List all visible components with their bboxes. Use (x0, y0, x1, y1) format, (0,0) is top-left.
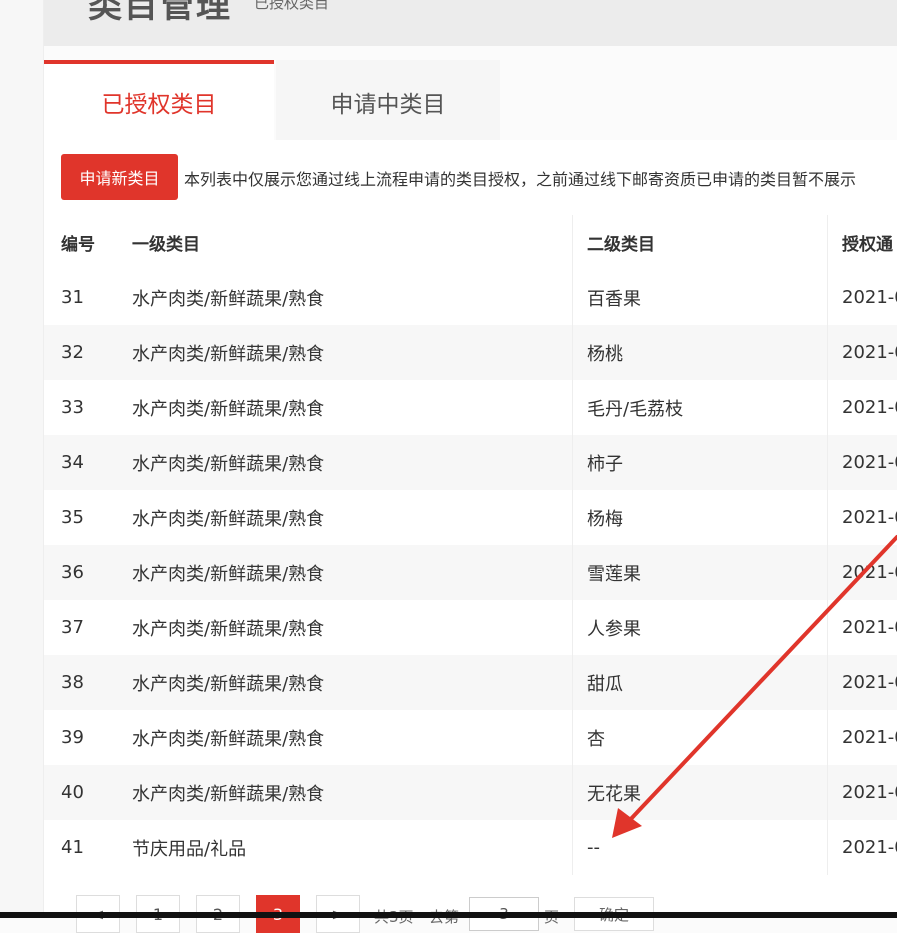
cell-level1: 水产肉类/新鲜蔬果/熟食 (132, 673, 325, 695)
cell-level2: 甜瓜 (587, 673, 623, 695)
column-divider (572, 820, 573, 875)
table-row: 39 水产肉类/新鲜蔬果/熟食 杏 2021-0 (44, 710, 897, 765)
tab-pending-categories[interactable]: 申请中类目 (276, 60, 500, 140)
column-divider (827, 435, 828, 490)
column-divider (827, 655, 828, 710)
table-row: 37 水产肉类/新鲜蔬果/熟食 人参果 2021-0 (44, 600, 897, 655)
column-divider (827, 215, 828, 270)
cell-level2: 柿子 (587, 453, 623, 475)
column-divider (572, 655, 573, 710)
apply-new-category-button[interactable]: 申请新类目 (61, 154, 178, 200)
cell-level1: 节庆用品/礼品 (132, 838, 247, 860)
cell-auth-date: 2021-0 (842, 837, 897, 858)
cell-auth-date: 2021-0 (842, 507, 897, 528)
cell-level2: 雪莲果 (587, 563, 641, 585)
column-divider (827, 325, 828, 380)
header-level1: 一级类目 (132, 235, 200, 255)
cell-level1: 水产肉类/新鲜蔬果/熟食 (132, 783, 325, 805)
cell-id: 32 (61, 342, 84, 363)
table-header-row: 编号 一级类目 二级类目 授权通 (44, 215, 897, 270)
tab-bar: 已授权类目 申请中类目 (44, 60, 897, 140)
cell-level1: 水产肉类/新鲜蔬果/熟食 (132, 343, 325, 365)
page-subtitle: 已授权类目 (254, 0, 330, 12)
column-divider (572, 765, 573, 820)
column-divider (827, 710, 828, 765)
cell-level1: 水产肉类/新鲜蔬果/熟食 (132, 728, 325, 750)
header-level2: 二级类目 (587, 235, 655, 255)
notice-text: 本列表中仅展示您通过线上流程申请的类目授权，之前通过线下邮寄资质已申请的类目暂不… (184, 170, 857, 189)
cell-auth-date: 2021-0 (842, 727, 897, 748)
table-row: 34 水产肉类/新鲜蔬果/熟食 柿子 2021-0 (44, 435, 897, 490)
cell-id: 37 (61, 617, 84, 638)
header-id: 编号 (61, 235, 95, 255)
cell-level2: 毛丹/毛荔枝 (587, 398, 684, 420)
cell-level2: -- (587, 837, 600, 858)
column-divider (827, 490, 828, 545)
page-title: 类目管理 (88, 0, 232, 26)
table-row: 32 水产肉类/新鲜蔬果/熟食 杨桃 2021-0 (44, 325, 897, 380)
column-divider (572, 710, 573, 765)
column-divider (827, 600, 828, 655)
cell-level2: 百香果 (587, 288, 641, 310)
column-divider (572, 490, 573, 545)
column-divider (572, 325, 573, 380)
column-divider (572, 600, 573, 655)
pagination: < 1 2 3 > 共3页 去第 页 确定 (44, 890, 897, 933)
header-auth-date: 授权通 (842, 235, 893, 255)
cell-id: 34 (61, 452, 84, 473)
cell-id: 33 (61, 397, 84, 418)
cell-id: 41 (61, 837, 84, 858)
table-row: 36 水产肉类/新鲜蔬果/熟食 雪莲果 2021-0 (44, 545, 897, 600)
cell-level1: 水产肉类/新鲜蔬果/熟食 (132, 618, 325, 640)
content-panel: 申请新类目 本列表中仅展示您通过线上流程申请的类目授权，之前通过线下邮寄资质已申… (44, 140, 897, 933)
column-divider (572, 380, 573, 435)
column-divider (572, 270, 573, 325)
table-row: 31 水产肉类/新鲜蔬果/熟食 百香果 2021-0 (44, 270, 897, 325)
column-divider (827, 545, 828, 600)
cell-auth-date: 2021-0 (842, 672, 897, 693)
cell-id: 39 (61, 727, 84, 748)
cell-auth-date: 2021-0 (842, 342, 897, 363)
cell-level1: 水产肉类/新鲜蔬果/熟食 (132, 288, 325, 310)
cell-auth-date: 2021-0 (842, 617, 897, 638)
cell-id: 40 (61, 782, 84, 803)
table-row: 35 水产肉类/新鲜蔬果/熟食 杨梅 2021-0 (44, 490, 897, 545)
cell-auth-date: 2021-0 (842, 287, 897, 308)
column-divider (827, 765, 828, 820)
column-divider (572, 215, 573, 270)
table-row: 41 节庆用品/礼品 -- 2021-0 (44, 820, 897, 875)
cell-id: 38 (61, 672, 84, 693)
cell-auth-date: 2021-0 (842, 452, 897, 473)
bottom-edge-bar (0, 912, 897, 918)
table-row: 40 水产肉类/新鲜蔬果/熟食 无花果 2021-0 (44, 765, 897, 820)
cell-id: 31 (61, 287, 84, 308)
cell-level1: 水产肉类/新鲜蔬果/熟食 (132, 508, 325, 530)
left-sidebar-strip (0, 0, 44, 918)
column-divider (827, 380, 828, 435)
page-header: 类目管理 已授权类目 (44, 0, 897, 46)
column-divider (827, 820, 828, 875)
table-row: 38 水产肉类/新鲜蔬果/熟食 甜瓜 2021-0 (44, 655, 897, 710)
cell-auth-date: 2021-0 (842, 782, 897, 803)
cell-level1: 水产肉类/新鲜蔬果/熟食 (132, 453, 325, 475)
cell-level2: 人参果 (587, 618, 641, 640)
cell-auth-date: 2021-0 (842, 397, 897, 418)
cell-level2: 杏 (587, 728, 605, 750)
column-divider (572, 545, 573, 600)
tab-authorized-categories[interactable]: 已授权类目 (44, 60, 274, 140)
cell-level2: 无花果 (587, 783, 641, 805)
column-divider (572, 435, 573, 490)
cell-level1: 水产肉类/新鲜蔬果/熟食 (132, 563, 325, 585)
column-divider (827, 270, 828, 325)
cell-level2: 杨桃 (587, 343, 623, 365)
cell-auth-date: 2021-0 (842, 562, 897, 583)
cell-level1: 水产肉类/新鲜蔬果/熟食 (132, 398, 325, 420)
cell-level2: 杨梅 (587, 508, 623, 530)
cell-id: 35 (61, 507, 84, 528)
cell-id: 36 (61, 562, 84, 583)
table-row: 33 水产肉类/新鲜蔬果/熟食 毛丹/毛荔枝 2021-0 (44, 380, 897, 435)
